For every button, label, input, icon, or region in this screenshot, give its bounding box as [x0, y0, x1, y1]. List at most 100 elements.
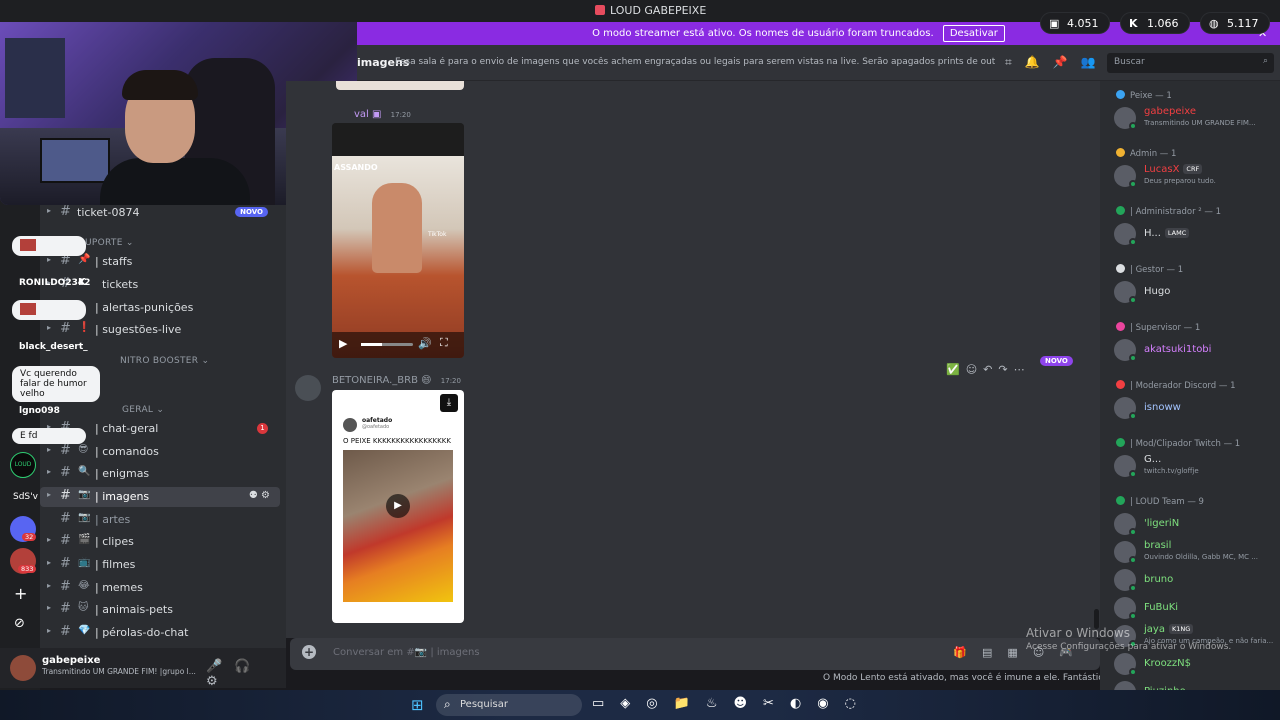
avatar[interactable]	[295, 375, 321, 401]
role-icon	[1116, 148, 1125, 157]
member-item[interactable]: gabepeixe Transmitindo UM GRANDE FIM...	[1114, 104, 1280, 132]
windows-start-icon[interactable]: ⊞	[411, 696, 424, 714]
disable-streamer-button[interactable]: Desativar	[942, 25, 1005, 42]
message-composer[interactable]: + Conversar em #📷 | imagens 🎁▤▦☺🎮	[290, 638, 1100, 670]
channel-topic[interactable]: Essa sala é para o envio de imagens que …	[395, 57, 995, 67]
volume-icon[interactable]: 🔊	[418, 337, 432, 350]
hash-icon: #	[60, 601, 71, 616]
channel-animais-pets[interactable]: ▸ # 🐱 | animais-pets	[40, 600, 280, 620]
gif-icon[interactable]: ▤	[982, 646, 1007, 659]
role-header: | Moderador Discord — 1	[1116, 380, 1235, 391]
channel-perolas[interactable]: ▸ # 💎 | pérolas-do-chat	[40, 623, 280, 643]
fullscreen-icon[interactable]: ⛶	[440, 336, 448, 350]
discord-icon[interactable]: ◐	[790, 696, 817, 711]
file-explorer-icon[interactable]: ▭	[592, 696, 620, 711]
user-status: Transmitindo UM GRANDE FIM! |grupo l...	[42, 667, 196, 676]
watermark-subtitle: Acesse Configurações para ativar o Windo…	[1026, 642, 1232, 652]
member-item[interactable]: Hugo	[1114, 278, 1280, 306]
forward-icon[interactable]: ↷	[998, 363, 1013, 376]
message-list: val ▣ 17:20 ASSANDO TikTok ▶ 🔊 ⛶ BETONEI…	[286, 81, 1100, 638]
member-item[interactable]: KroozzN$	[1114, 650, 1280, 678]
app-icon[interactable]: ☻	[733, 696, 763, 711]
channel-imagens[interactable]: ▸ # 📷 | imagens ⚉ ⚙	[40, 487, 280, 507]
member-item[interactable]: FuBuKi	[1114, 594, 1280, 622]
obs-icon[interactable]: ◌	[845, 696, 872, 711]
message-header: val ▣ 17:20	[354, 109, 411, 120]
channel-enigmas[interactable]: ▸ # 🔍 | enigmas	[40, 464, 280, 484]
channel-memes[interactable]: ▸ # 😂 | memes	[40, 578, 280, 598]
gift-icon[interactable]: 🎁	[953, 646, 982, 659]
member-name-text: H...	[1144, 228, 1161, 239]
category-nitro[interactable]: NITRO BOOSTER ⌄	[120, 356, 209, 366]
overlay-bubble	[12, 236, 86, 256]
member-item[interactable]: LucasX CRF Deus preparou tudo.	[1114, 162, 1280, 190]
member-item[interactable]: 'ligeriN	[1114, 510, 1280, 538]
avatar	[343, 418, 357, 432]
member-name: brasil	[1144, 540, 1171, 551]
copilot-icon[interactable]: ◈	[620, 696, 646, 711]
member-list: Peixe — 1 gabepeixe Transmitindo UM GRANDE…	[1100, 81, 1280, 690]
mic-muted-icon[interactable]: 🎤	[206, 659, 234, 674]
category-geral[interactable]: GERAL ⌄	[122, 405, 164, 415]
members-icon[interactable]: 👥	[1081, 55, 1109, 69]
overlay-username: RONILDO2342	[19, 278, 91, 288]
bell-icon[interactable]: 🔔	[1025, 55, 1053, 69]
member-name: H... LAMC	[1144, 228, 1190, 239]
channel-artes[interactable]: # 📷 | artes	[40, 510, 280, 530]
member-item[interactable]: brasil Ouvindo Oldilla, Gabb MC, MC ...	[1114, 538, 1280, 566]
member-item[interactable]: isnoww	[1114, 394, 1280, 422]
collapse-icon: ▸	[47, 558, 52, 567]
explore-icon[interactable]: ⊘	[14, 616, 25, 631]
new-badge: NOVO	[235, 207, 268, 217]
channel-filmes[interactable]: ▸ # 📺 | filmes	[40, 555, 280, 575]
steam-icon[interactable]: ♨	[706, 696, 734, 711]
headphones-icon[interactable]: 🎧	[234, 659, 262, 674]
channel-label: | animais-pets	[95, 603, 173, 616]
reply-icon[interactable]: ↶	[983, 363, 998, 376]
channel-clipes[interactable]: ▸ # 🎬 | clipes	[40, 532, 280, 552]
spotify-icon[interactable]: ◉	[817, 696, 844, 711]
pin-icon[interactable]: 📌	[1053, 55, 1081, 69]
download-icon[interactable]: ⤓	[440, 394, 458, 412]
member-item[interactable]: Piuzinho	[1114, 678, 1280, 690]
channel-settings-icons[interactable]: ⚉ ⚙	[249, 490, 270, 501]
search-input[interactable]: Buscar ⌕	[1107, 53, 1274, 73]
member-name-text: FuBuKi	[1144, 602, 1179, 613]
gear-icon[interactable]: ⚙	[206, 674, 230, 689]
collapse-icon: ▸	[47, 603, 52, 612]
more-icon[interactable]: ⋯	[1014, 363, 1031, 376]
threads-icon[interactable]: ⌗	[1005, 55, 1025, 69]
play-icon[interactable]: ▶	[386, 494, 410, 518]
member-item[interactable]: G... twitch.tv/gloffje	[1114, 452, 1280, 480]
streamer-hair	[122, 70, 198, 100]
member-item[interactable]: H... LAMC	[1114, 220, 1280, 248]
server-label[interactable]: SdS'v	[13, 492, 38, 502]
add-server-icon[interactable]: +	[14, 584, 27, 603]
check-icon[interactable]: ✅	[946, 363, 966, 376]
member-item[interactable]: akatsuki1tobi	[1114, 336, 1280, 364]
progress-bar[interactable]	[361, 343, 413, 346]
video-attachment[interactable]: ASSANDO TikTok ▶ 🔊 ⛶	[332, 123, 464, 358]
tweet-embed[interactable]: ⤓ oafetado @oafetado O PEIXE KKKKKKKKKKK…	[332, 390, 464, 623]
folder-icon[interactable]: 📁	[674, 696, 706, 711]
member-name: KroozzN$	[1144, 658, 1191, 669]
member-item[interactable]: bruno	[1114, 566, 1280, 594]
browser-icon[interactable]: ◎	[646, 696, 673, 711]
channel-label: | memes	[95, 581, 143, 594]
camera-icon: 📷	[78, 489, 91, 500]
play-icon[interactable]: ▶	[339, 337, 347, 350]
message-time: 17:20	[390, 111, 411, 119]
capcut-icon[interactable]: ✂	[763, 696, 790, 711]
attach-button[interactable]: +	[302, 645, 316, 659]
role-label: | Administrador ² — 1	[1130, 207, 1221, 217]
nitro-badge-icon: ▣	[372, 109, 382, 120]
react-icon[interactable]: ☺	[966, 363, 983, 376]
avatar[interactable]	[10, 655, 36, 681]
message-author[interactable]: val	[354, 109, 369, 120]
embed-video	[343, 450, 453, 602]
taskbar-search[interactable]: Pesquisar	[436, 694, 582, 716]
globe-icon: ◍	[1209, 17, 1219, 30]
message-author[interactable]: BETONEIRA._BRB	[332, 375, 418, 386]
status-dot-icon	[1129, 180, 1137, 188]
role-label: | Gestor — 1	[1130, 265, 1184, 275]
